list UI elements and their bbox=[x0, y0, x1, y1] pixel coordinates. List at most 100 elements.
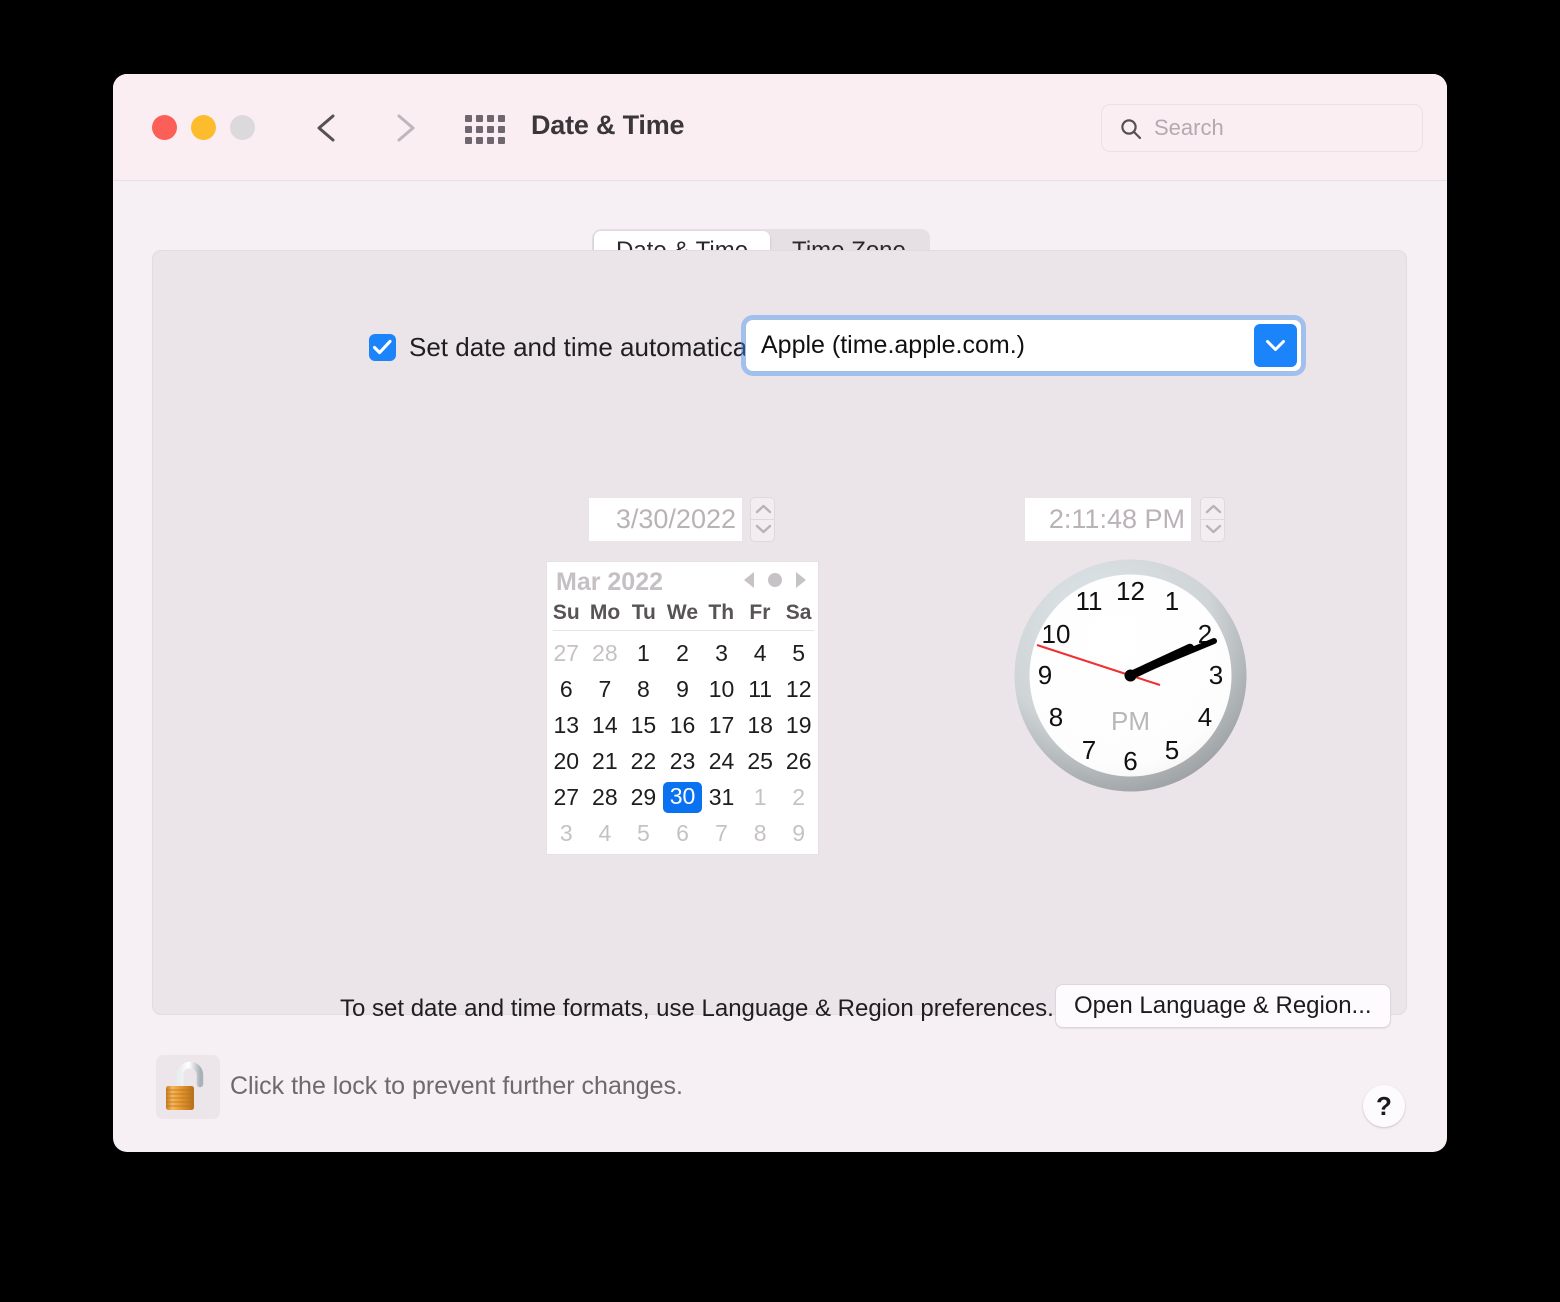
calendar-day[interactable]: 26 bbox=[779, 743, 818, 779]
stepper-up-icon bbox=[1205, 504, 1222, 514]
calendar-day[interactable]: 25 bbox=[741, 743, 780, 779]
chevron-down-icon[interactable] bbox=[1254, 324, 1297, 367]
calendar-day[interactable]: 6 bbox=[547, 671, 586, 707]
calendar-day[interactable]: 13 bbox=[547, 707, 586, 743]
calendar-day-label: 28 bbox=[592, 784, 618, 811]
calendar-day-label: 27 bbox=[553, 640, 579, 667]
calendar-day-label: 22 bbox=[631, 748, 657, 775]
set-automatically-checkbox[interactable] bbox=[369, 334, 396, 361]
time-input[interactable]: 2:11:48 PM bbox=[1025, 498, 1191, 541]
calendar-day-label: 21 bbox=[592, 748, 618, 775]
calendar-day[interactable]: 15 bbox=[624, 707, 663, 743]
calendar-day[interactable]: 18 bbox=[741, 707, 780, 743]
date-picker-calendar[interactable]: Mar 2022 Su Mo Tu We Th Fr Sa 2728123456… bbox=[546, 561, 819, 855]
clock-hour-10: 10 bbox=[1042, 619, 1071, 649]
calendar-day[interactable]: 4 bbox=[741, 635, 780, 671]
calendar-day[interactable]: 24 bbox=[702, 743, 741, 779]
calendar-day[interactable]: 5 bbox=[624, 815, 663, 851]
calendar-day[interactable]: 19 bbox=[779, 707, 818, 743]
analog-clock: 12 1 2 3 4 5 6 7 8 9 10 11 PM bbox=[1008, 553, 1253, 803]
open-language-region-button[interactable]: Open Language & Region... bbox=[1055, 984, 1391, 1028]
date-time-preferences-window: Date & Time Date & Time Time Zone Set da bbox=[113, 74, 1447, 1152]
search-icon bbox=[1119, 117, 1143, 141]
calendar-day[interactable]: 27 bbox=[547, 779, 586, 815]
search-input[interactable] bbox=[1154, 105, 1414, 151]
calendar-day-selected[interactable]: 30 bbox=[663, 779, 703, 815]
calendar-day[interactable]: 20 bbox=[547, 743, 586, 779]
calendar-day[interactable]: 3 bbox=[547, 815, 586, 851]
set-automatically-label: Set date and time automatically: bbox=[409, 332, 779, 363]
grid-apps-icon[interactable] bbox=[465, 115, 507, 142]
calendar-day-label: 26 bbox=[786, 748, 812, 775]
calendar-weekday-header: Su Mo Tu We Th Fr Sa bbox=[547, 601, 818, 625]
calendar-day[interactable]: 7 bbox=[702, 815, 741, 851]
time-server-value: Apple (time.apple.com.) bbox=[761, 331, 1025, 360]
calendar-day[interactable]: 3 bbox=[702, 635, 741, 671]
stepper-down-icon bbox=[755, 524, 772, 534]
calendar-day-label: 17 bbox=[709, 712, 735, 739]
calendar-day[interactable]: 2 bbox=[779, 779, 818, 815]
stepper-down-icon bbox=[1205, 524, 1222, 534]
clock-meridiem-label: PM bbox=[1111, 706, 1150, 736]
calendar-day-label: 9 bbox=[792, 820, 805, 847]
calendar-day[interactable]: 22 bbox=[624, 743, 663, 779]
stepper-up-icon bbox=[755, 504, 772, 514]
calendar-day[interactable]: 2 bbox=[663, 635, 703, 671]
calendar-day[interactable]: 23 bbox=[663, 743, 703, 779]
calendar-day-label: 28 bbox=[592, 640, 618, 667]
calendar-day[interactable]: 28 bbox=[586, 779, 625, 815]
calendar-day-label: 14 bbox=[592, 712, 618, 739]
calendar-day[interactable]: 6 bbox=[663, 815, 703, 851]
calendar-day[interactable]: 21 bbox=[586, 743, 625, 779]
calendar-day[interactable]: 8 bbox=[624, 671, 663, 707]
calendar-day-label: 5 bbox=[792, 640, 805, 667]
calendar-day[interactable]: 28 bbox=[586, 635, 625, 671]
dot-icon[interactable] bbox=[768, 573, 782, 587]
calendar-day-grid: 2728123456789101112131415161718192021222… bbox=[547, 635, 818, 851]
calendar-day[interactable]: 10 bbox=[702, 671, 741, 707]
calendar-day[interactable]: 14 bbox=[586, 707, 625, 743]
weekday-fr: Fr bbox=[741, 601, 780, 625]
calendar-day[interactable]: 29 bbox=[624, 779, 663, 815]
calendar-day[interactable]: 12 bbox=[779, 671, 818, 707]
chevron-right-icon[interactable] bbox=[387, 110, 421, 146]
calendar-day-label: 25 bbox=[747, 748, 773, 775]
calendar-day[interactable]: 9 bbox=[779, 815, 818, 851]
close-window-button[interactable] bbox=[152, 115, 177, 140]
triangle-right-icon[interactable] bbox=[796, 572, 806, 588]
minimize-window-button[interactable] bbox=[191, 115, 216, 140]
search-field[interactable] bbox=[1101, 104, 1423, 152]
time-stepper[interactable] bbox=[1200, 497, 1225, 542]
calendar-day[interactable]: 4 bbox=[586, 815, 625, 851]
calendar-day-label: 10 bbox=[709, 676, 735, 703]
calendar-day-label: 12 bbox=[786, 676, 812, 703]
preferences-panel: Set date and time automatically: Apple (… bbox=[152, 250, 1407, 1015]
calendar-day[interactable]: 1 bbox=[624, 635, 663, 671]
calendar-day[interactable]: 5 bbox=[779, 635, 818, 671]
chevron-left-icon[interactable] bbox=[311, 110, 345, 146]
date-format-note: To set date and time formats, use Langua… bbox=[340, 995, 1054, 1023]
date-input[interactable]: 3/30/2022 bbox=[589, 498, 742, 541]
calendar-day[interactable]: 1 bbox=[741, 779, 780, 815]
triangle-left-icon[interactable] bbox=[744, 572, 754, 588]
calendar-day[interactable]: 17 bbox=[702, 707, 741, 743]
unlocked-padlock-icon[interactable] bbox=[156, 1055, 220, 1119]
calendar-day-label: 24 bbox=[709, 748, 735, 775]
calendar-day[interactable]: 9 bbox=[663, 671, 703, 707]
calendar-day[interactable]: 27 bbox=[547, 635, 586, 671]
calendar-day[interactable]: 11 bbox=[741, 671, 780, 707]
calendar-day[interactable]: 7 bbox=[586, 671, 625, 707]
zoom-window-button[interactable] bbox=[230, 115, 255, 140]
weekday-tu: Tu bbox=[624, 601, 663, 625]
calendar-day-label: 30 bbox=[663, 782, 703, 813]
calendar-day[interactable]: 8 bbox=[741, 815, 780, 851]
calendar-day-label: 3 bbox=[715, 640, 728, 667]
calendar-day[interactable]: 16 bbox=[663, 707, 703, 743]
calendar-day-label: 6 bbox=[560, 676, 573, 703]
date-stepper[interactable] bbox=[750, 497, 775, 542]
clock-center-pin bbox=[1125, 670, 1137, 682]
calendar-day[interactable]: 31 bbox=[702, 779, 741, 815]
time-server-dropdown[interactable]: Apple (time.apple.com.) bbox=[745, 319, 1302, 372]
help-button[interactable]: ? bbox=[1363, 1085, 1405, 1127]
weekday-mo: Mo bbox=[586, 601, 625, 625]
